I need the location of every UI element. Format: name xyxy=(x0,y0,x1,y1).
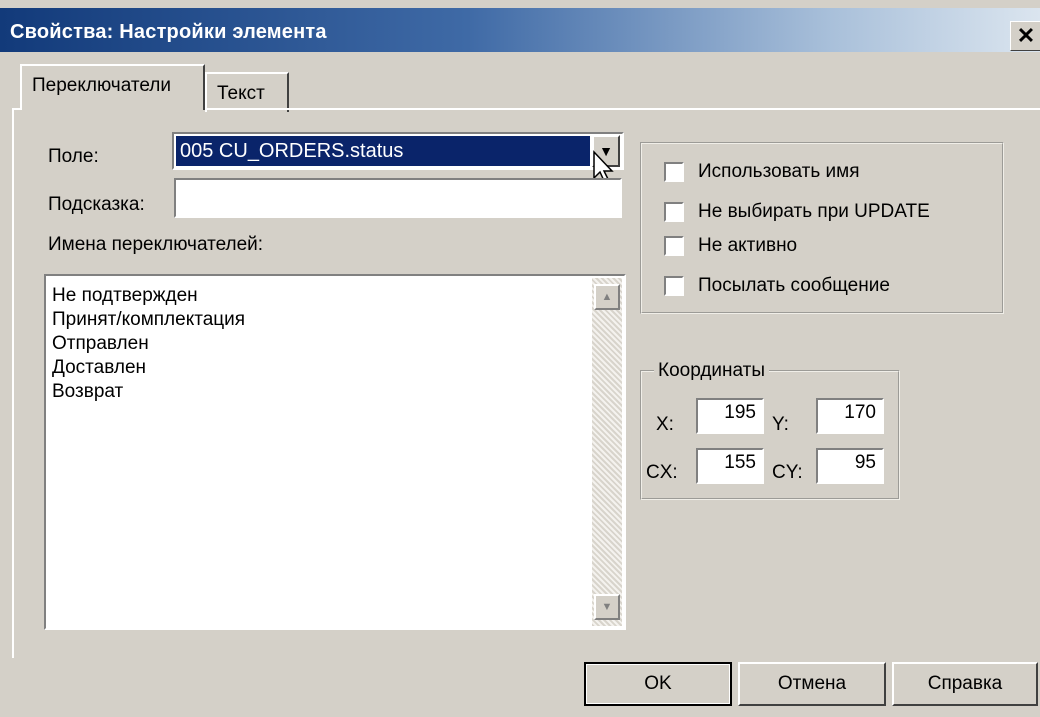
field-label: Поле: xyxy=(48,146,99,167)
list-item[interactable]: Отправлен xyxy=(52,332,245,356)
switch-names-list[interactable]: Не подтвержден Принят/комплектация Отпра… xyxy=(44,274,626,630)
list-item[interactable]: Возврат xyxy=(52,380,245,404)
use-name-checkbox-row[interactable]: Использовать имя xyxy=(664,158,860,186)
tab-text[interactable]: Текст xyxy=(205,72,289,112)
use-name-label: Использовать имя xyxy=(698,161,860,182)
cy-label: CY: xyxy=(772,462,803,483)
inactive-checkbox[interactable] xyxy=(664,236,684,256)
inactive-label: Не активно xyxy=(698,235,798,256)
cy-input[interactable]: 95 xyxy=(816,448,884,484)
close-button[interactable]: ✕ xyxy=(1010,21,1040,51)
no-select-update-checkbox[interactable] xyxy=(664,202,684,222)
y-input[interactable]: 170 xyxy=(816,398,884,434)
tab-switches[interactable]: Переключатели xyxy=(20,64,205,110)
window-title: Свойства: Настройки элемента xyxy=(10,21,327,43)
x-label: X: xyxy=(656,414,674,435)
x-input[interactable]: 195 xyxy=(696,398,764,434)
cancel-button[interactable]: Отмена xyxy=(738,662,886,706)
field-selected-value: 005 CU_ORDERS.status xyxy=(176,136,590,166)
inactive-checkbox-row[interactable]: Не активно xyxy=(664,232,797,260)
cx-label: CX: xyxy=(646,462,678,483)
list-item[interactable]: Доставлен xyxy=(52,356,245,380)
use-name-checkbox[interactable] xyxy=(664,162,684,182)
send-message-label: Посылать сообщение xyxy=(698,275,890,296)
coordinates-legend: Координаты xyxy=(654,360,770,382)
options-group: Использовать имя Не выбирать при UPDATE … xyxy=(640,142,1004,314)
y-label: Y: xyxy=(772,414,789,435)
hint-label: Подсказка: xyxy=(48,194,145,215)
hint-input[interactable] xyxy=(174,178,622,218)
coordinates-group: Координаты X: 195 Y: 170 CX: 155 CY: 95 xyxy=(640,360,900,500)
field-combobox[interactable]: 005 CU_ORDERS.status ▼ xyxy=(172,132,624,170)
ok-button[interactable]: OK xyxy=(584,662,732,706)
send-message-checkbox[interactable] xyxy=(664,276,684,296)
send-message-checkbox-row[interactable]: Посылать сообщение xyxy=(664,272,890,300)
no-select-update-label: Не выбирать при UPDATE xyxy=(698,201,930,222)
scroll-up-icon[interactable]: ▲ xyxy=(594,284,620,310)
properties-dialog: Свойства: Настройки элемента ✕ Переключа… xyxy=(0,0,1040,717)
scroll-down-icon[interactable]: ▼ xyxy=(594,594,620,620)
vertical-scrollbar[interactable]: ▲ ▼ xyxy=(592,278,622,626)
list-item[interactable]: Принят/комплектация xyxy=(52,308,245,332)
switch-names-label: Имена переключателей: xyxy=(48,234,264,255)
no-select-update-checkbox-row[interactable]: Не выбирать при UPDATE xyxy=(664,198,930,226)
list-item[interactable]: Не подтвержден xyxy=(52,284,245,308)
cx-input[interactable]: 155 xyxy=(696,448,764,484)
title-bar[interactable]: Свойства: Настройки элемента ✕ xyxy=(0,8,1040,52)
help-button[interactable]: Справка xyxy=(892,662,1038,706)
